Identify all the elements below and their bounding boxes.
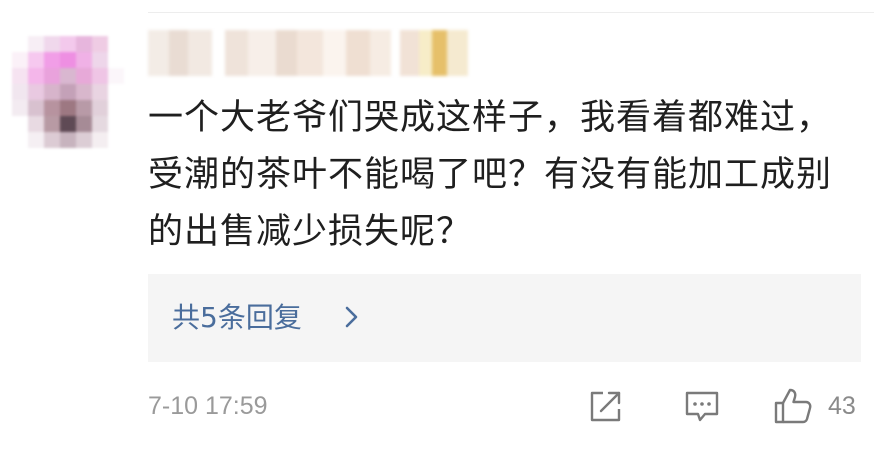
view-replies-button[interactable]: 共5条回复 <box>148 274 861 362</box>
like-count: 43 <box>828 392 856 420</box>
thumbs-up-icon <box>772 386 872 426</box>
timestamp: 7-10 17:59 <box>148 392 268 420</box>
comment-text: 一个大老爷们哭成这样子，我看着都难过，受潮的茶叶不能喝了吧？有没有能加工成别的出… <box>148 98 833 252</box>
chevron-right-icon <box>344 304 360 330</box>
top-divider <box>148 12 874 13</box>
replies-label: 共5条回复 <box>172 301 302 334</box>
username-blurred[interactable] <box>148 30 468 76</box>
share-icon <box>586 386 626 426</box>
comment-button[interactable] <box>682 386 722 426</box>
like-button[interactable]: 43 <box>772 386 872 426</box>
avatar[interactable] <box>12 36 124 148</box>
share-button[interactable] <box>586 386 626 426</box>
comment-icon <box>682 386 722 426</box>
